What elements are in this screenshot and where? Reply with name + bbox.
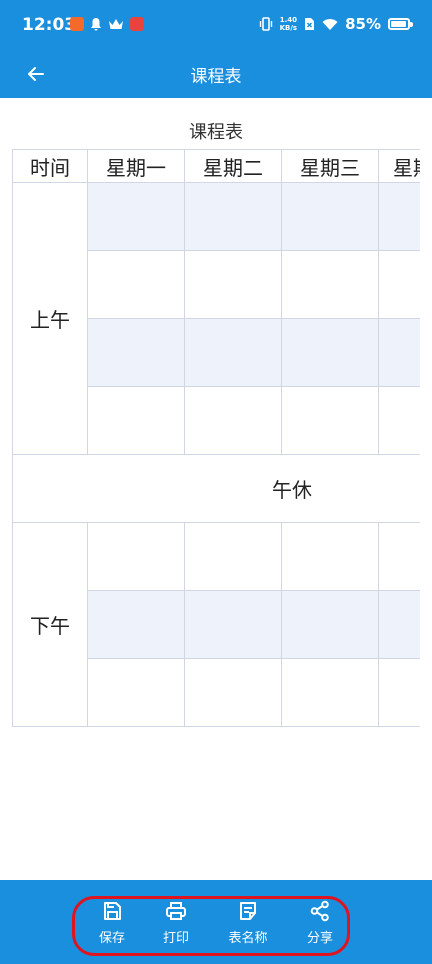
- app-notification-icon: [130, 17, 144, 31]
- battery-icon: [388, 18, 413, 30]
- class-cell[interactable]: [282, 183, 379, 251]
- class-cell[interactable]: [379, 523, 420, 591]
- class-cell[interactable]: [88, 659, 185, 727]
- class-cell[interactable]: [282, 319, 379, 387]
- header-time: 时间: [12, 149, 88, 183]
- class-cell[interactable]: [282, 659, 379, 727]
- page-title: 课程表: [190, 67, 242, 87]
- class-cell[interactable]: [379, 387, 420, 455]
- share-label: 分享: [306, 931, 333, 946]
- share-button[interactable]: 分享: [290, 900, 350, 954]
- class-cell[interactable]: [379, 183, 420, 251]
- network-speed: 1.40 KB/s: [279, 16, 298, 32]
- app-bar: 课程表: [0, 50, 432, 98]
- class-cell[interactable]: [88, 319, 185, 387]
- class-cell[interactable]: [185, 387, 282, 455]
- class-cell[interactable]: [282, 523, 379, 591]
- class-cell[interactable]: [88, 251, 185, 319]
- sim-icon: [305, 18, 315, 30]
- class-cell[interactable]: [282, 591, 379, 659]
- class-cell[interactable]: [185, 319, 282, 387]
- print-label: 打印: [162, 931, 189, 946]
- class-cell[interactable]: [185, 659, 282, 727]
- status-bar: 12:03 1.40 KB/s 85%: [0, 0, 432, 50]
- class-cell[interactable]: [379, 659, 420, 727]
- class-cell[interactable]: [379, 319, 420, 387]
- notification-icons: [70, 17, 144, 31]
- header-wednesday: 星期三: [282, 149, 379, 183]
- table-name-button[interactable]: 表名称: [218, 900, 278, 954]
- wifi-icon: [322, 18, 338, 30]
- class-cell[interactable]: [379, 591, 420, 659]
- printer-icon: [166, 902, 186, 920]
- crown-icon: [109, 19, 123, 29]
- save-label: 保存: [98, 931, 125, 946]
- battery-percent: 85%: [345, 15, 381, 33]
- header-monday: 星期一: [88, 149, 185, 183]
- note-icon: [240, 902, 256, 920]
- print-button[interactable]: 打印: [146, 900, 206, 954]
- header-thursday: 星期: [379, 149, 420, 183]
- bottom-action-bar: 保存 打印 表名称 分享: [0, 880, 432, 964]
- header-tuesday: 星期二: [185, 149, 282, 183]
- share-icon: [310, 900, 329, 922]
- class-cell[interactable]: [185, 523, 282, 591]
- morning-label: 上午: [12, 183, 88, 455]
- class-cell[interactable]: [185, 251, 282, 319]
- class-cell[interactable]: [379, 251, 420, 319]
- table-name-label: 表名称: [228, 931, 268, 946]
- app-notification-icon: [70, 17, 84, 31]
- noon-break-row[interactable]: 午休: [12, 455, 420, 523]
- save-icon: [104, 902, 121, 920]
- status-right: 1.40 KB/s 85%: [259, 15, 413, 33]
- afternoon-label: 下午: [12, 523, 88, 727]
- vibrate-icon: [259, 17, 272, 31]
- table-title[interactable]: 课程表: [0, 118, 432, 144]
- status-time: 12:03: [22, 15, 77, 35]
- class-cell[interactable]: [282, 387, 379, 455]
- bell-icon: [91, 18, 101, 31]
- class-cell[interactable]: [88, 387, 185, 455]
- class-cell[interactable]: [185, 183, 282, 251]
- class-cell[interactable]: [282, 251, 379, 319]
- save-button[interactable]: 保存: [82, 900, 142, 954]
- class-cell[interactable]: [88, 183, 185, 251]
- class-cell[interactable]: [88, 523, 185, 591]
- class-cell[interactable]: [88, 591, 185, 659]
- class-cell[interactable]: [185, 591, 282, 659]
- timetable-grid: 时间 星期一 星期二 星期三 星期 上午 午休 下午: [12, 149, 420, 727]
